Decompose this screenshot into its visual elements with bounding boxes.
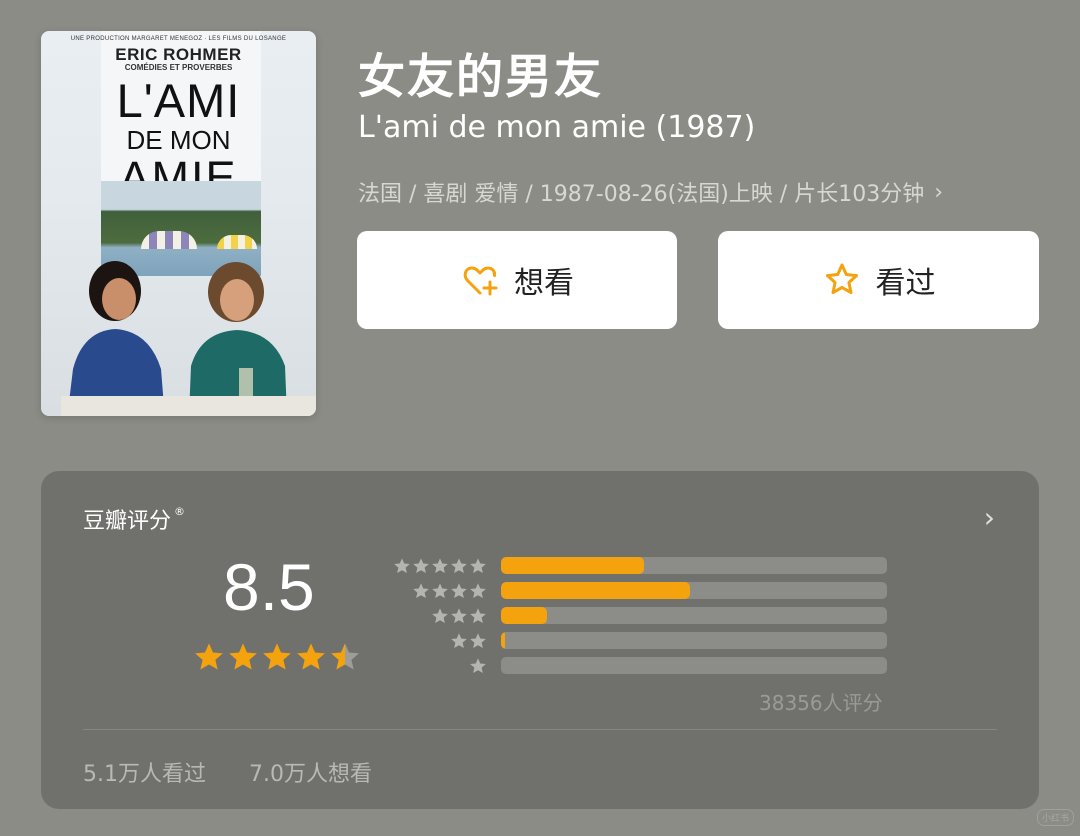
rating-dist-bar <box>501 582 691 599</box>
star-icon <box>470 558 486 574</box>
star-icon <box>451 633 467 649</box>
watched-button[interactable]: 看过 <box>718 231 1039 329</box>
rating-label: 豆瓣评分 ® <box>83 503 185 535</box>
star-icon <box>432 558 448 574</box>
registered-mark: ® <box>174 505 186 518</box>
wish-count[interactable]: 7.0万人想看 <box>249 756 372 788</box>
rating-dist-track <box>501 657 887 674</box>
star-icon <box>331 643 359 670</box>
star-icon <box>451 583 467 599</box>
rating-dist-row <box>391 582 487 600</box>
rating-dist-row <box>391 557 487 575</box>
movie-poster[interactable]: UNE PRODUCTION MARGARET MENEGOZ · LES FI… <box>41 31 316 416</box>
star-icon <box>470 583 486 599</box>
poster-series: COMÉDIES ET PROVERBES <box>124 63 233 72</box>
rating-dist-row <box>391 657 487 675</box>
rating-dist-stars <box>393 557 487 575</box>
heart-plus-icon <box>463 266 498 296</box>
rating-dist-track <box>501 582 887 599</box>
rating-score: 8.5 <box>223 550 315 624</box>
want-to-watch-button[interactable]: 想看 <box>357 231 677 329</box>
star-icon <box>413 558 429 574</box>
movie-meta-text: 法国 / 喜剧 爱情 / 1987-08-26(法国)上映 / 片长103分钟 <box>358 182 925 207</box>
rating-dist-stars <box>450 632 487 650</box>
poster-director: ERIC ROHMER <box>115 45 242 64</box>
rating-dist-row <box>391 607 487 625</box>
watched-button-label: 看过 <box>875 266 936 301</box>
star-icon <box>470 658 486 674</box>
rating-count: 38356人评分 <box>759 691 883 715</box>
rating-label-text: 豆瓣评分 <box>83 509 172 534</box>
rating-stars <box>193 641 361 673</box>
watched-count[interactable]: 5.1万人看过 <box>83 756 206 788</box>
star-icon <box>470 608 486 624</box>
rating-dist-track <box>501 607 887 624</box>
star-icon <box>195 643 223 670</box>
movie-title-original: L'ami de mon amie (1987) <box>358 110 756 145</box>
poster-production-credit: UNE PRODUCTION MARGARET MENEGOZ · LES FI… <box>70 36 287 42</box>
watermark: 小红书 <box>1036 809 1074 826</box>
star-icon <box>263 643 291 670</box>
poster-figure-left <box>67 261 165 416</box>
movie-title-chinese: 女友的男友 <box>358 50 603 105</box>
rating-dist-stars <box>412 582 487 600</box>
want-button-label: 想看 <box>514 266 574 301</box>
movie-meta-info[interactable]: 法国 / 喜剧 爱情 / 1987-08-26(法国)上映 / 片长103分钟 … <box>358 176 943 208</box>
douban-rating-card[interactable]: 豆瓣评分 ® › 8.5 38356人评分 5.1万人看过 7.0万人想看 <box>41 471 1039 809</box>
chevron-right-icon[interactable]: › <box>984 501 995 534</box>
rating-dist-stars <box>469 657 487 675</box>
rating-dist-track <box>501 632 887 649</box>
star-icon <box>297 643 325 670</box>
poster-table <box>61 396 316 416</box>
poster-figure-right <box>189 262 287 416</box>
poster-title-line2: DE MON <box>126 125 231 155</box>
rating-dist-bar <box>501 632 505 649</box>
star-icon <box>451 608 467 624</box>
divider <box>83 729 997 730</box>
star-icon <box>413 583 429 599</box>
rating-dist-bar <box>501 557 644 574</box>
poster-umbrella <box>141 231 197 249</box>
rating-dist-row <box>391 632 487 650</box>
rating-dist-bar <box>501 607 548 624</box>
star-icon <box>229 643 257 670</box>
poster-umbrella <box>217 235 257 249</box>
star-icon <box>432 608 448 624</box>
star-icon <box>394 558 410 574</box>
rating-dist-track <box>501 557 887 574</box>
poster-title-line1: L'AMI <box>116 74 241 127</box>
rating-dist-stars <box>431 607 487 625</box>
chevron-right-icon: › <box>934 179 944 205</box>
star-outline-icon <box>825 263 858 295</box>
star-icon <box>432 583 448 599</box>
star-icon <box>451 558 467 574</box>
star-icon <box>470 633 486 649</box>
